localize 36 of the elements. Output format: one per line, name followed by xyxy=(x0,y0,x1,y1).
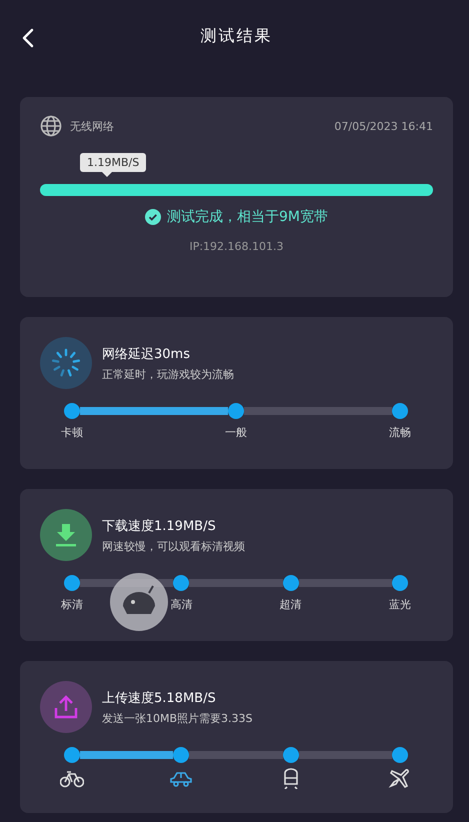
scale-dot xyxy=(392,403,408,419)
back-icon[interactable] xyxy=(22,28,34,48)
metric-title: 下载速度1.19MB/S xyxy=(102,518,217,534)
scale-label: 一般 xyxy=(225,425,247,440)
scale-label: 高清 xyxy=(170,597,192,612)
scale-dot xyxy=(392,575,408,591)
scale-label: 标清 xyxy=(61,597,83,612)
upload-icon xyxy=(40,681,92,733)
metric-title: 网络延迟30ms xyxy=(102,346,191,362)
scale-label: 超清 xyxy=(280,597,302,612)
status-text: 测试完成，相当于9M宽带 xyxy=(167,208,328,226)
scale-dot xyxy=(64,575,80,591)
ip-address: IP:192.168.101.3 xyxy=(188,240,285,253)
scale-label: 流畅 xyxy=(389,425,411,440)
metric-description: 网速较慢，可以观看标清视频 xyxy=(102,538,245,554)
metric-title: 上传速度5.18MB/S xyxy=(102,690,217,706)
scale-dot xyxy=(64,403,80,419)
check-icon xyxy=(145,209,161,225)
metric-description: 发送一张10MB照片需要3.33S xyxy=(102,710,253,726)
spinner-icon xyxy=(40,337,92,389)
scale-label: 蓝光 xyxy=(388,597,411,612)
scale-dot xyxy=(282,747,299,763)
scale-dot xyxy=(173,575,190,591)
scale-dot xyxy=(392,747,408,763)
speed-tooltip: 1.19MB/S xyxy=(80,153,146,177)
test-datetime: 07/05/2023 16:41 xyxy=(334,120,433,132)
globe-icon xyxy=(40,115,62,137)
page-title: 测试结果 xyxy=(200,26,272,47)
download-icon xyxy=(40,509,92,561)
metric-description: 正常延时，玩游戏较为流畅 xyxy=(102,366,234,382)
scale-dot xyxy=(228,403,244,419)
scale-label: 卡顿 xyxy=(61,425,83,440)
network-type: 无线网络 xyxy=(70,118,114,134)
scale-dot xyxy=(64,747,80,763)
scale-dot xyxy=(282,575,299,591)
scale-dot xyxy=(173,747,190,763)
